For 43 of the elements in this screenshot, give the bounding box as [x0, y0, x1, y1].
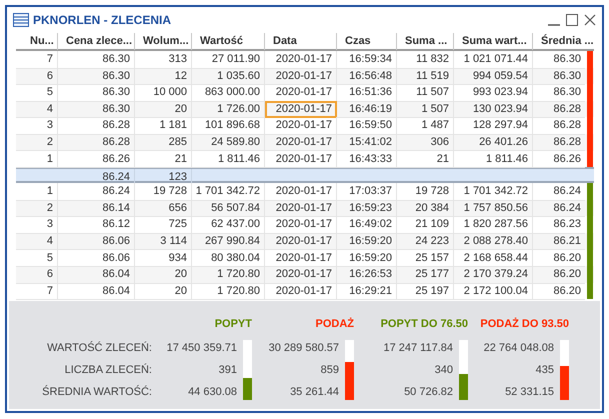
row-label: WARTOŚĆ ZLECEŃ: [47, 340, 152, 356]
summary-value: 340 [434, 362, 453, 378]
summary-value: 391 [218, 362, 237, 378]
summary-value: 17 450 359.71 [166, 340, 237, 356]
summary-value: 859 [320, 362, 339, 378]
summary-value: 50 726.82 [404, 384, 453, 400]
table-cell: 1 720.80 [192, 282, 265, 300]
table-cell: 2020-01-17 [265, 84, 337, 102]
table-cell: 7 [16, 282, 58, 300]
summary-value: 22 764 048.08 [484, 340, 554, 356]
row-label: LICZBA ZLECEŃ: [64, 362, 152, 378]
summary-value: 17 247 117.84 [383, 340, 453, 356]
maximize-icon[interactable] [566, 14, 578, 26]
column-header[interactable]: Czas [337, 33, 397, 50]
table-cell: 20 [135, 282, 192, 300]
column-header[interactable]: Średnia ... [533, 33, 593, 50]
column-header[interactable]: Suma wart... [454, 33, 533, 50]
table-cell: 16:29:21 [337, 282, 397, 300]
close-icon[interactable] [584, 14, 596, 26]
summary-value: 35 261.44 [290, 384, 339, 400]
window-title: PKNORLEN - ZLECENIA [33, 12, 171, 29]
table-cell: 2 172 100.04 [454, 282, 533, 300]
column-header[interactable]: Nu... [16, 33, 58, 50]
column-header[interactable]: Wolum... [135, 33, 192, 50]
group-title: PODAŻ DO 93.50 [480, 316, 569, 332]
summary-value: 52 331.15 [505, 384, 554, 400]
summary-value: 44 630.08 [188, 384, 237, 400]
column-header[interactable]: Wartość [192, 33, 265, 50]
table-cell: 2020-01-17 [265, 282, 337, 300]
list-icon [13, 13, 29, 27]
table-cell: 25 197 [397, 282, 454, 300]
table-cell: 86.20 [533, 282, 585, 300]
row-label: ŚREDNIA WARTOŚĆ: [42, 384, 152, 400]
table-cell: 86.04 [58, 282, 135, 300]
group-title: POPYT [214, 316, 252, 332]
table-cell: 2020-01-17 [265, 100, 337, 118]
summary-value: 30 289 580.57 [268, 340, 339, 356]
group-title: PODAŻ [316, 316, 354, 332]
column-header[interactable]: Cena zlece... [58, 33, 135, 50]
summary-value: 435 [536, 362, 554, 378]
column-header[interactable]: Suma ... [397, 33, 454, 50]
column-header[interactable]: Data [265, 33, 337, 50]
group-title: POPYT DO 76.50 [380, 316, 468, 332]
